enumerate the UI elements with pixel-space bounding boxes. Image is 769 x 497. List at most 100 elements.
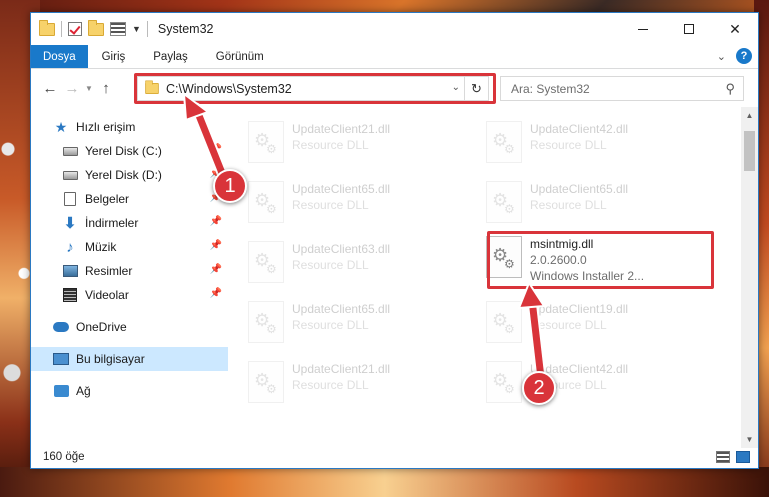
- quick-access-toolbar: ▼: [39, 19, 148, 37]
- sidebar-item-pictures[interactable]: Resimler 📌: [31, 259, 228, 283]
- tab-home[interactable]: Giriş: [88, 45, 140, 68]
- chevron-down-icon[interactable]: ▼: [132, 24, 141, 34]
- dll-file-icon: [486, 301, 522, 343]
- new-folder-icon[interactable]: [88, 19, 104, 36]
- sidebar-item-quick-access[interactable]: ★ Hızlı erişim: [31, 115, 228, 139]
- download-icon: ⬇: [63, 215, 77, 232]
- sidebar-item-downloads[interactable]: ⬇ İndirmeler 📌: [31, 211, 228, 235]
- file-tile[interactable]: UpdateClient21.dll Resource DLL: [232, 357, 462, 409]
- file-name: UpdateClient65.dll: [530, 182, 629, 196]
- sidebar-item-local-disk-d[interactable]: Yerel Disk (D:) 📌: [31, 163, 228, 187]
- pin-icon[interactable]: 📌: [210, 144, 222, 155]
- sidebar-item-network[interactable]: Ağ: [31, 379, 228, 403]
- disk-icon: [62, 143, 78, 159]
- file-description: Resource DLL: [292, 258, 369, 272]
- file-tile[interactable]: UpdateClient65.dll Resource DLL: [232, 177, 462, 229]
- sidebar-item-label: İndirmeler: [85, 216, 139, 230]
- expand-ribbon-icon[interactable]: ⌄: [717, 50, 726, 63]
- file-tile[interactable]: UpdateClient21.dll Resource DLL: [232, 117, 462, 169]
- close-icon: ✕: [729, 20, 741, 37]
- search-input[interactable]: Ara: System32 ⚲: [500, 76, 744, 101]
- pin-icon[interactable]: 📌: [210, 288, 222, 299]
- back-button[interactable]: ←: [39, 80, 61, 97]
- pin-icon[interactable]: 📌: [210, 264, 222, 275]
- file-name: UpdateClient65.dll: [292, 302, 391, 316]
- sidebar-item-videos[interactable]: Videolar 📌: [31, 283, 228, 307]
- dll-file-icon: [248, 181, 284, 223]
- tab-share[interactable]: Paylaş: [139, 45, 202, 68]
- file-tile[interactable]: UpdateClient63.dll Resource DLL: [232, 237, 462, 289]
- videos-icon: [62, 287, 78, 303]
- file-name: UpdateClient42.dll: [530, 122, 629, 136]
- disk-icon: [62, 167, 78, 183]
- file-tile[interactable]: UpdateClient42.dllResource DLL: [470, 117, 700, 169]
- tab-view[interactable]: Görünüm: [202, 45, 278, 68]
- sidebar-item-label: Belgeler: [85, 192, 130, 206]
- step-2-callout: 2: [522, 371, 556, 405]
- step-1-callout: 1: [213, 169, 247, 203]
- network-icon: [53, 383, 69, 399]
- sidebar-item-documents[interactable]: Belgeler 📌: [31, 187, 228, 211]
- recent-locations-icon[interactable]: ▼: [83, 84, 95, 93]
- sidebar-item-label: Bu bilgisayar: [76, 352, 145, 366]
- file-tile[interactable]: UpdateClient65.dll Resource DLL: [470, 177, 700, 229]
- dll-file-icon: [248, 361, 284, 403]
- sidebar-item-music[interactable]: ♪ Müzik 📌: [31, 235, 228, 259]
- up-button[interactable]: ↑: [95, 80, 117, 97]
- file-name: UpdateClient63.dll: [292, 242, 391, 256]
- file-description: Resource DLL: [292, 138, 369, 152]
- pictures-icon: [62, 263, 78, 279]
- tab-file[interactable]: Dosya: [31, 45, 88, 68]
- file-name: UpdateClient65.dll: [292, 182, 391, 196]
- file-description: Resource DLL: [530, 198, 607, 212]
- sidebar-item-label: Ağ: [76, 384, 91, 398]
- file-description: Resource DLL: [292, 318, 369, 332]
- forward-button[interactable]: →: [61, 80, 83, 97]
- sidebar-item-label: Yerel Disk (C:): [85, 144, 162, 158]
- file-name: UpdateClient19.dll: [530, 302, 629, 316]
- documents-icon: [62, 191, 78, 207]
- file-tile[interactable]: UpdateClient65.dll Resource DLL: [232, 297, 462, 349]
- scroll-up-icon[interactable]: ▲: [741, 107, 758, 124]
- search-icon: ⚲: [725, 81, 735, 96]
- sidebar-item-label: Yerel Disk (D:): [85, 168, 162, 182]
- large-icons-view-icon[interactable]: [736, 451, 750, 463]
- pin-icon[interactable]: 📌: [210, 216, 222, 227]
- desktop-background-bottom: [0, 467, 769, 497]
- star-icon: ★: [54, 118, 68, 135]
- status-bar: 160 öğe: [31, 446, 760, 468]
- sidebar-item-this-pc[interactable]: Bu bilgisayar: [31, 347, 228, 371]
- pin-icon[interactable]: 📌: [210, 240, 222, 251]
- sidebar-item-local-disk-c[interactable]: Yerel Disk (C:) 📌: [31, 139, 228, 163]
- scroll-thumb[interactable]: [744, 131, 755, 171]
- ribbon-controls: ⌄ ?: [717, 48, 752, 64]
- folder-icon: [39, 19, 55, 36]
- sidebar-item-label: Resimler: [85, 264, 133, 278]
- sidebar-item-onedrive[interactable]: OneDrive: [31, 315, 228, 339]
- dll-file-icon: [486, 121, 522, 163]
- file-description: Resource DLL: [292, 378, 369, 392]
- details-view-icon[interactable]: [716, 451, 730, 463]
- file-name: UpdateClient21.dll: [292, 362, 391, 376]
- minimize-icon: [638, 28, 648, 30]
- ribbon-tabs: Dosya Giriş Paylaş Görünüm ⌄ ?: [31, 45, 758, 69]
- minimize-button[interactable]: [620, 13, 666, 45]
- cloud-icon: [53, 319, 69, 335]
- sidebar-item-label: Müzik: [85, 240, 117, 254]
- close-button[interactable]: ✕: [712, 13, 758, 45]
- music-icon: ♪: [66, 238, 74, 256]
- file-tile[interactable]: UpdateClient19.dll Resource DLL: [470, 297, 700, 349]
- maximize-button[interactable]: [666, 13, 712, 45]
- dll-file-icon: [248, 301, 284, 343]
- customize-icon[interactable]: [110, 22, 126, 36]
- file-tile[interactable]: UpdateClient42.dllResource DLL: [470, 357, 700, 409]
- vertical-scrollbar[interactable]: ▲ ▼: [741, 107, 758, 448]
- file-description: Resource DLL: [530, 318, 607, 332]
- address-row: ← → ▼ ↑ C:\Windows\System32 ⌄ ↻ Ara: Sys…: [31, 69, 758, 107]
- sidebar-item-label: OneDrive: [76, 320, 127, 334]
- navigation-pane: ★ Hızlı erişim Yerel Disk (C:) 📌 Yerel D…: [31, 107, 228, 448]
- dll-file-icon: [486, 361, 522, 403]
- properties-check-icon[interactable]: [68, 22, 82, 36]
- file-highlight-box: [487, 231, 714, 289]
- help-icon[interactable]: ?: [736, 48, 752, 64]
